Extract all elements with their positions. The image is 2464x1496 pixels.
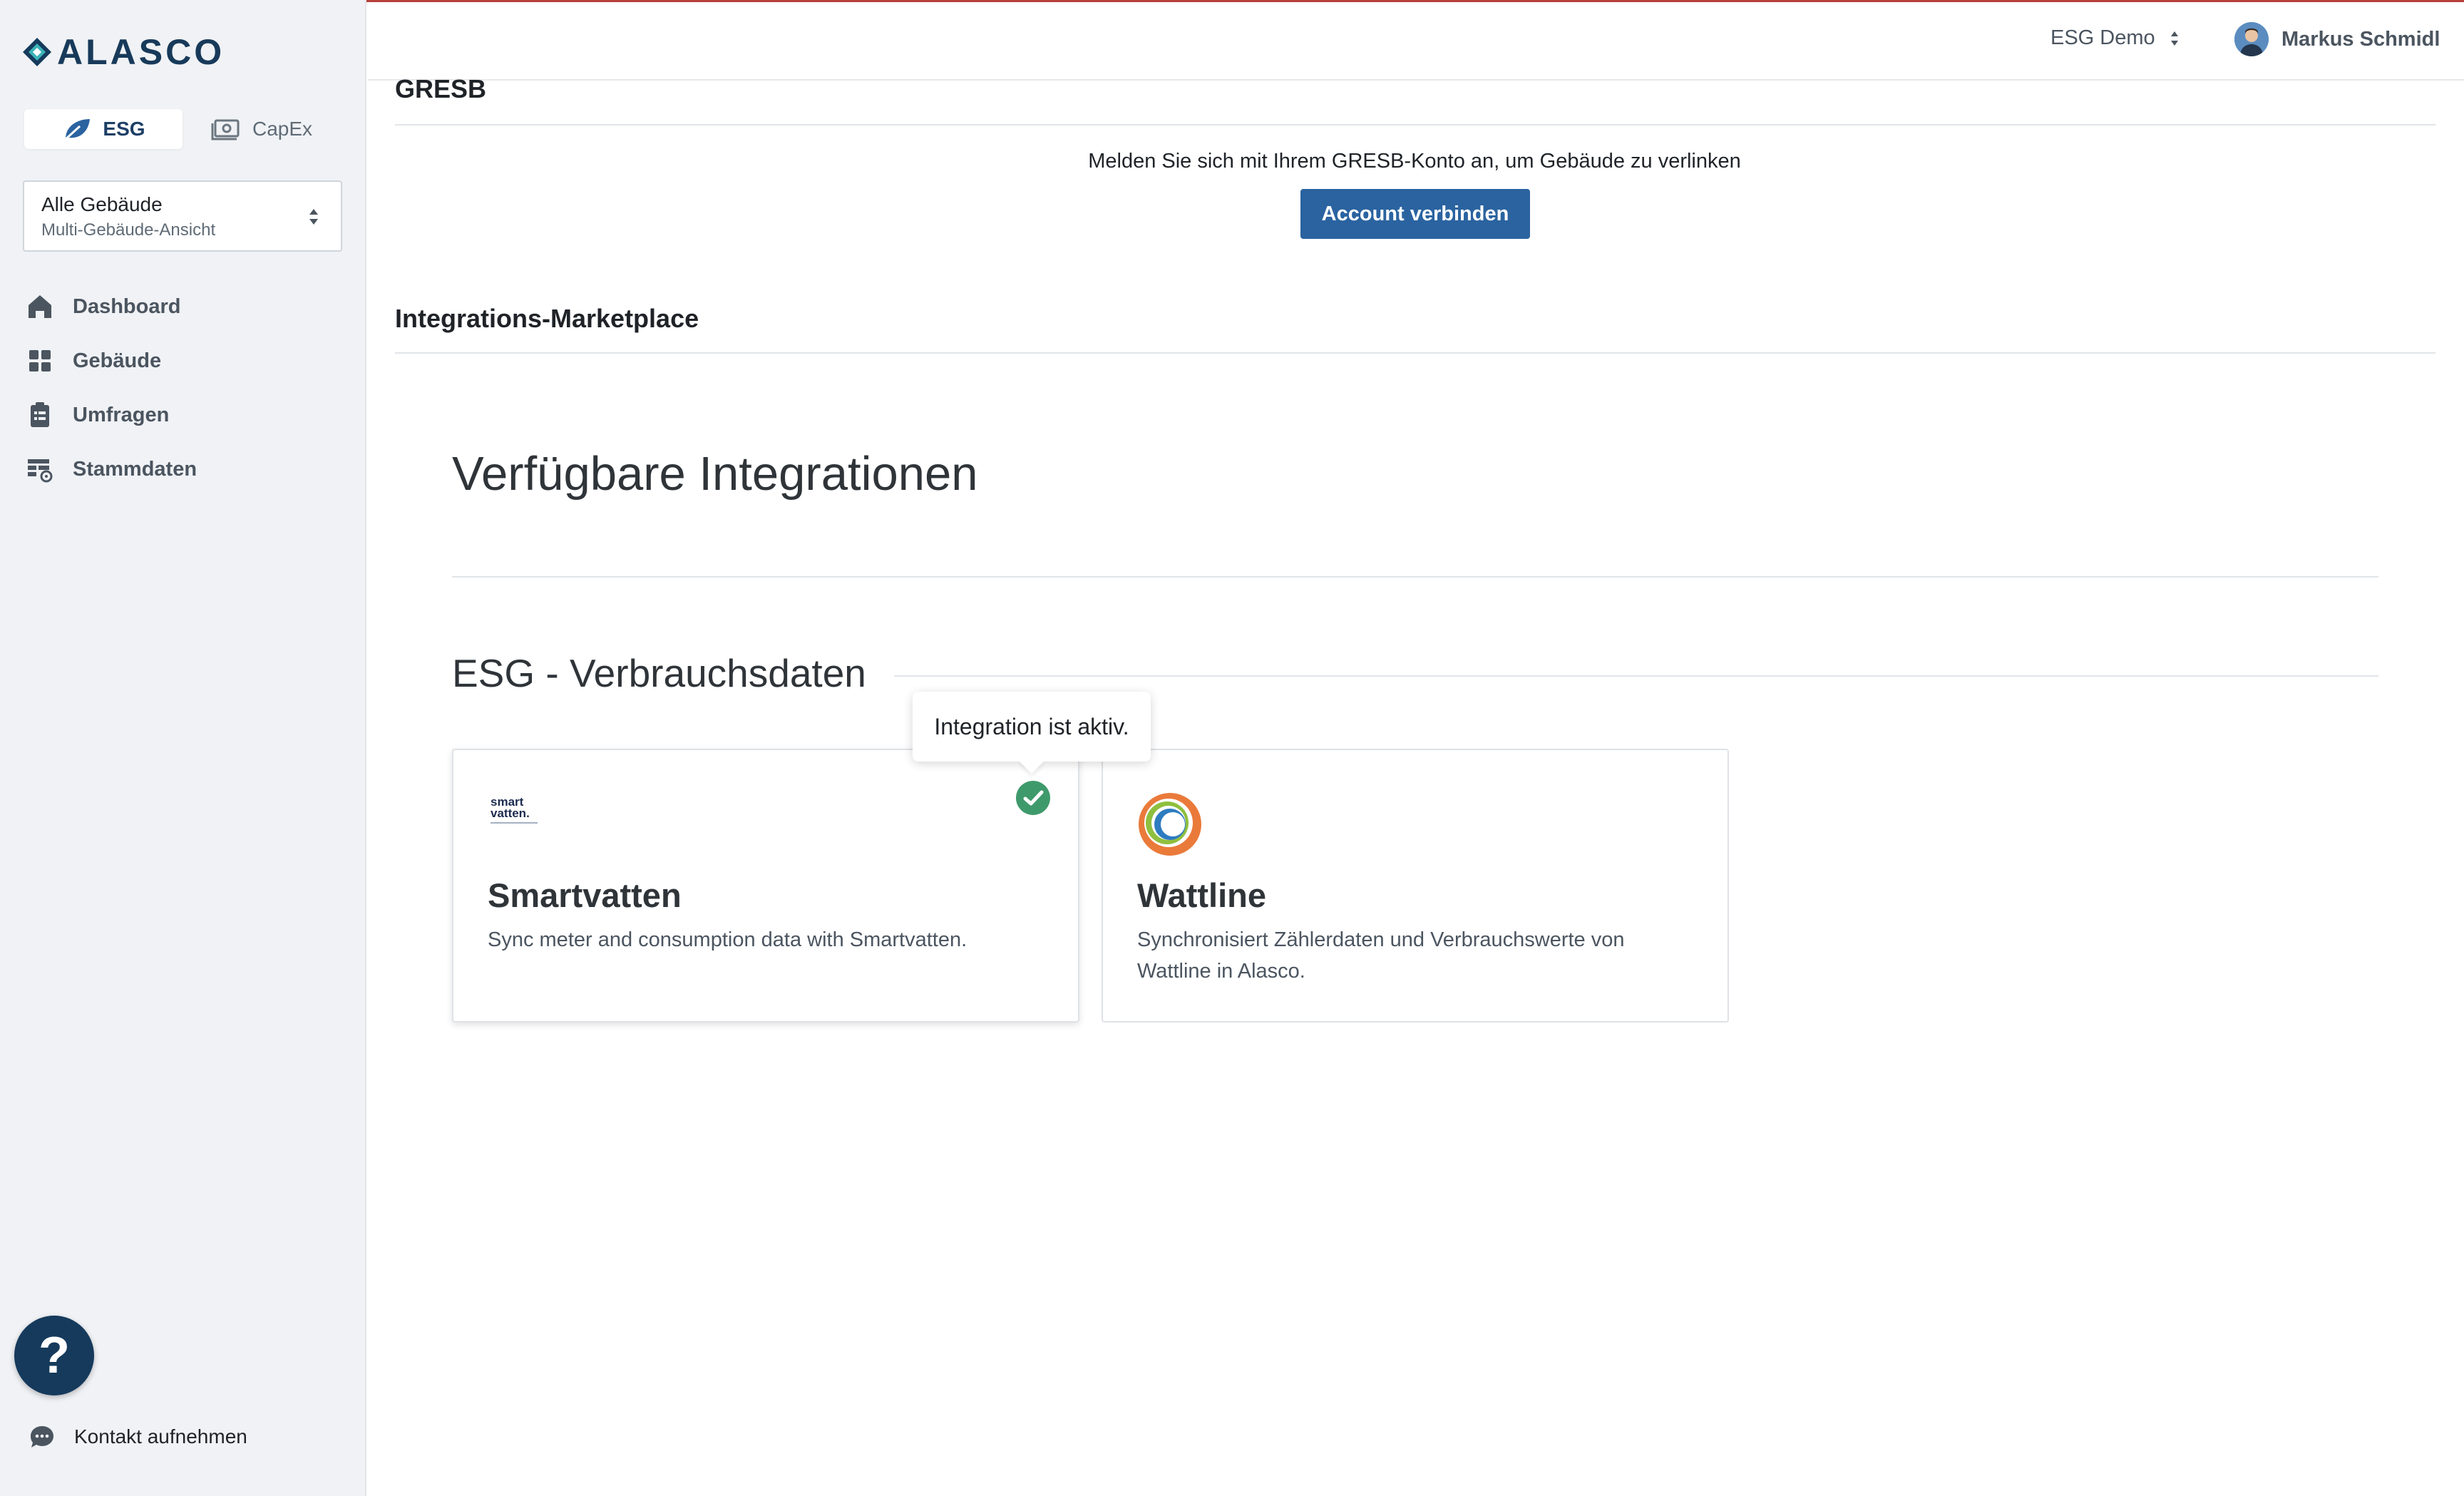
integration-description: Synchronisiert Zählerdaten und Verbrauch… [1137,928,1625,983]
sidebar-item-label: Umfragen [73,403,170,426]
module-esg-label: ESG [103,118,145,140]
wattline-logo-icon [1139,793,1201,856]
contact-link[interactable]: Kontakt aufnehmen [29,1423,247,1450]
available-integrations-title: Verfügbare Integrationen [452,447,978,501]
divider [395,352,2435,354]
smartvatten-logo: smart vatten. [488,793,545,832]
marketplace-section-title: Integrations-Marketplace [395,304,699,333]
help-button[interactable]: ? [14,1316,94,1395]
check-circle-icon [1016,781,1050,815]
sidebar-item-label: Gebäude [73,349,162,372]
user-avatar-icon [2234,22,2269,56]
integration-card-smartvatten[interactable]: smart vatten. Smartvatten Sync meter and… [452,749,1079,1023]
gresb-section-title: GRESB [395,74,487,103]
clipboard-icon [31,402,49,427]
smartvatten-logo-line2: vatten. [491,806,530,820]
integration-description: Sync meter and consumption data with Sma… [488,928,967,951]
module-capex-label: CapEx [252,118,313,140]
user-name: Markus Schmidl [2281,27,2440,51]
leaf-icon [63,119,91,142]
top-header: ESG Demo Markus Schmidl [368,2,2464,81]
alasco-logo-icon [23,38,51,66]
module-switch: ESG CapEx [24,109,341,149]
chat-icon [31,1426,53,1448]
sidebar-item-label: Stammdaten [73,457,197,481]
gresb-login-message: Melden Sie sich mit Ihrem GRESB-Konto an… [1088,150,1741,173]
environment-select[interactable]: ESG Demo [2050,26,2180,50]
building-select-subtitle: Multi-Gebäude-Ansicht [41,220,216,240]
building-select-title: Alle Gebäude [41,193,163,215]
sidebar-item-stammdaten[interactable]: Stammdaten [26,442,339,496]
integration-name: Wattline [1137,876,1267,914]
category-divider [894,675,2378,677]
divider [452,576,2378,578]
home-icon [29,295,51,318]
sidebar-item-dashboard[interactable]: Dashboard [26,280,339,334]
money-icon [211,119,240,140]
select-arrows-icon [309,209,318,225]
sidebar-item-label: Dashboard [73,294,181,318]
divider [395,124,2435,125]
connect-account-button[interactable]: Account verbinden [1300,189,1530,239]
smartvatten-logo-icon: smart vatten. [491,795,538,824]
building-select[interactable]: Alle Gebäude Multi-Gebäude-Ansicht [23,180,342,252]
integration-active-tooltip: Integration ist aktiv. [913,692,1151,762]
avatar [2234,22,2269,56]
grid-icon [29,350,51,372]
environment-label: ESG Demo [2050,26,2155,49]
sidebar-item-umfragen[interactable]: Umfragen [26,388,339,442]
wattline-logo [1137,791,1203,861]
integration-name: Smartvatten [488,876,682,914]
sidebar-nav: Dashboard Gebäude Umfragen Stammdaten [26,280,339,496]
contact-label: Kontakt aufnehmen [74,1425,247,1448]
module-capex-button[interactable]: CapEx [183,109,341,149]
alasco-logo[interactable]: ALASCO [21,31,225,73]
sidebar: ALASCO ESG CapEx Alle Gebäude Multi-Gebä… [0,0,366,1496]
sidebar-item-gebaeude[interactable]: Gebäude [26,334,339,388]
select-arrows-icon [2170,31,2178,46]
integration-card-wattline[interactable]: Wattline Synchronisiert Zählerdaten und … [1102,749,1729,1023]
module-esg-button[interactable]: ESG [24,109,183,149]
user-menu[interactable]: Markus Schmidl [2234,22,2440,56]
category-title: ESG - Verbrauchsdaten [452,651,866,695]
table-settings-icon [28,459,53,483]
logo-text: ALASCO [57,32,225,72]
